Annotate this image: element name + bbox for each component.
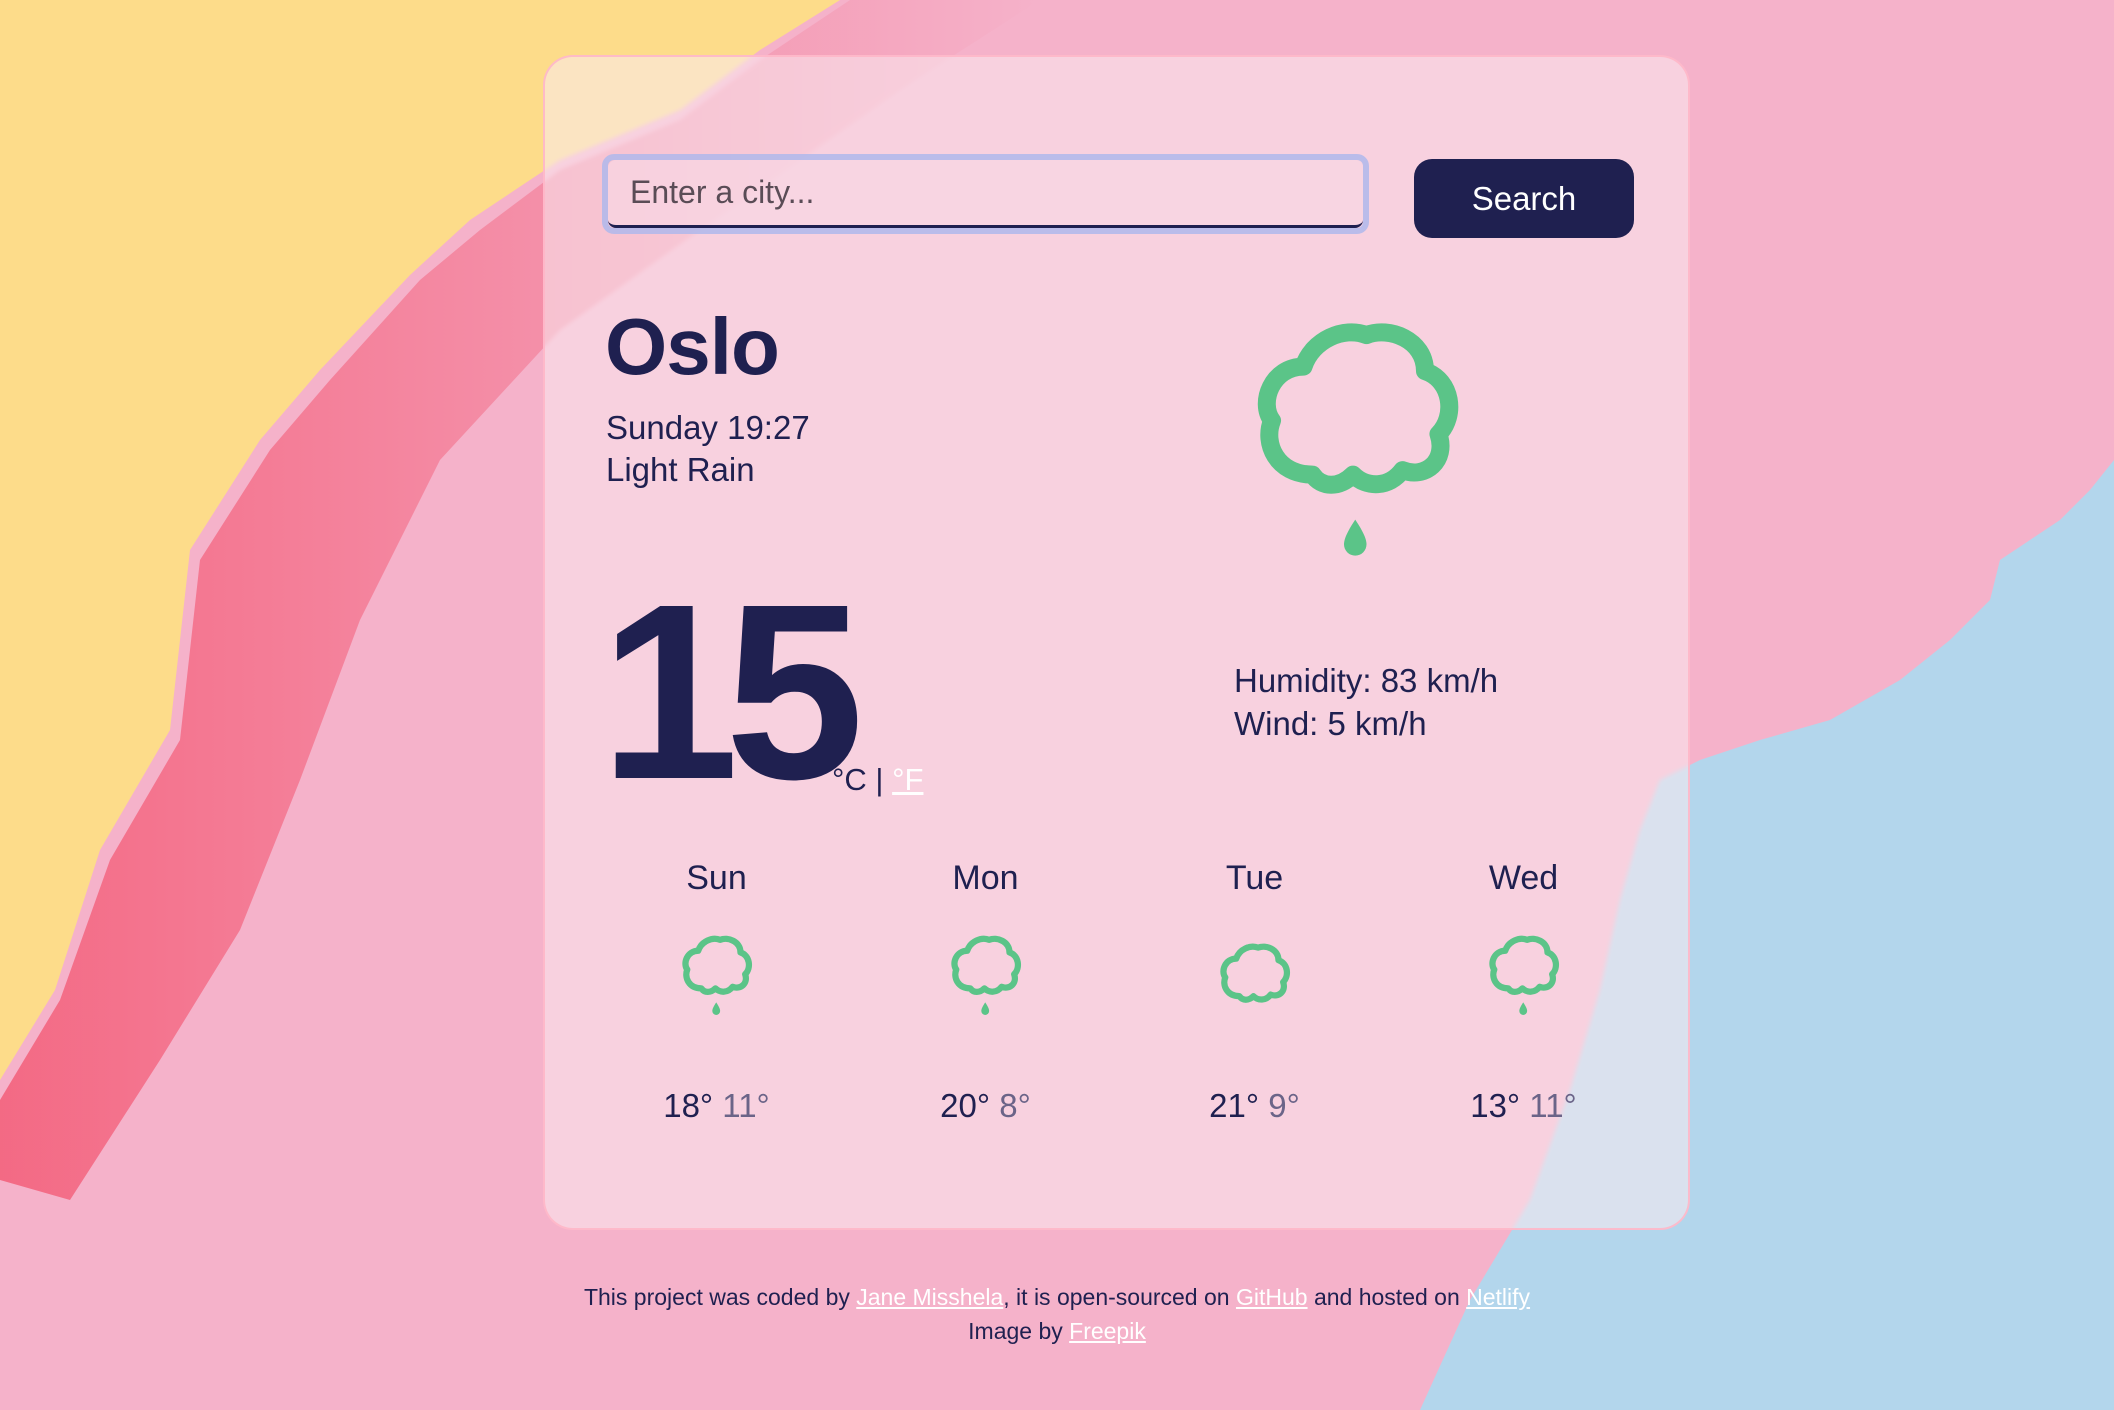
forecast-max: 18° [663, 1087, 714, 1124]
current-temperature: 15 [600, 552, 864, 831]
forecast-temps: 18° 11° [582, 1087, 851, 1125]
current-datetime: Sunday 19:27 [606, 409, 810, 446]
footer: This project was coded by Jane Misshela,… [0, 1280, 2114, 1348]
footer-text: , it is open-sourced on [1003, 1284, 1236, 1310]
humidity: Humidity: 83 km/h [1234, 662, 1499, 699]
footer-image-credit-line: Image by Freepik [0, 1314, 2114, 1348]
forecast-min: 11° [1529, 1087, 1577, 1124]
unit-separator: | [875, 762, 884, 797]
footer-text: This project was coded by [583, 1284, 857, 1310]
forecast-temps: 13° 11° [1389, 1087, 1658, 1125]
wind: Wind: 5 km/h [1234, 704, 1427, 742]
forecast-max: 13° [1470, 1087, 1521, 1124]
github-link[interactable]: GitHub [1236, 1284, 1308, 1310]
forecast-min: 11° [722, 1087, 770, 1124]
fahrenheit-link[interactable]: °F [892, 762, 923, 797]
rain-cloud-icon [681, 935, 752, 1015]
netlify-link[interactable]: Netlify [1466, 1284, 1530, 1310]
footer-text: Image by [968, 1318, 1070, 1344]
forecast-day-name: Sun [686, 859, 747, 897]
weather-details: Humidity: 83 km/h Wind: 5 km/h [1234, 660, 1498, 746]
rain-cloud-icon [950, 935, 1021, 1015]
forecast-temps: 21° 9° [1120, 1087, 1389, 1125]
forecast-day: Mon 20° 8° [851, 847, 1120, 1197]
freepik-link[interactable]: Freepik [1069, 1318, 1146, 1344]
forecast-min: 9° [1268, 1087, 1300, 1124]
city-search-input[interactable] [608, 160, 1363, 228]
footer-credits-line: This project was coded by Jane Misshela,… [0, 1280, 2114, 1314]
unit-toggle: °C | °F [832, 764, 923, 795]
celsius-unit: °C [832, 762, 867, 797]
forecast: Sun 18° 11° Mon 20° 8° Tue 21° 9° Wed 13… [582, 847, 1659, 1197]
rain-cloud-icon [1488, 935, 1559, 1015]
rain-cloud-icon [1257, 323, 1459, 556]
forecast-max: 21° [1209, 1087, 1260, 1124]
search-field-wrapper [602, 154, 1369, 234]
forecast-day-name: Wed [1488, 859, 1559, 897]
weather-description: Light Rain [606, 451, 755, 488]
author-link[interactable]: Jane Misshela [856, 1284, 1003, 1310]
forecast-min: 8° [999, 1087, 1031, 1124]
city-name: Oslo [605, 302, 780, 391]
search-button[interactable]: Search [1414, 159, 1634, 238]
forecast-day-name: Mon [952, 859, 1019, 897]
forecast-day: Sun 18° 11° [582, 847, 851, 1197]
forecast-max: 20° [940, 1087, 991, 1124]
forecast-day-name: Tue [1225, 859, 1284, 897]
forecast-temps: 20° 8° [851, 1087, 1120, 1125]
cloud-icon [1219, 943, 1290, 1003]
weather-card: Search Oslo Sunday 19:27 Light Rain 15 °… [543, 55, 1690, 1230]
forecast-day: Tue 21° 9° [1120, 847, 1389, 1197]
forecast-day: Wed 13° 11° [1389, 847, 1658, 1197]
footer-text: and hosted on [1307, 1284, 1467, 1310]
